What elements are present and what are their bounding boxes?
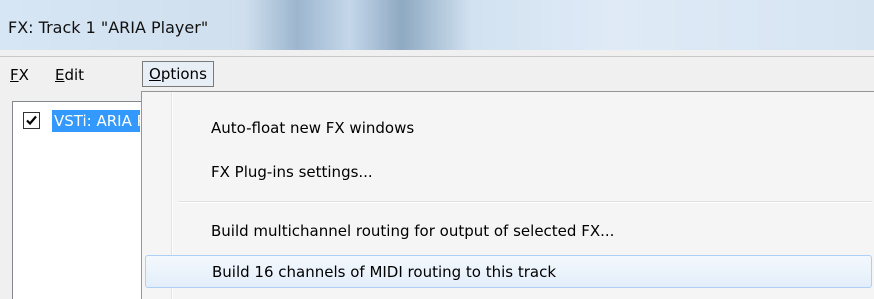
menu-item-label: FX Plug-ins settings... — [211, 163, 373, 181]
menu-item-build-multichannel-routing[interactable]: Build multichannel routing for output of… — [145, 215, 872, 248]
menu-fx[interactable]: FX — [10, 63, 29, 87]
menu-item-fx-plugins-settings[interactable]: FX Plug-ins settings... — [145, 156, 872, 189]
window-title: FX: Track 1 "ARIA Player" — [8, 18, 209, 37]
menu-options-accel: O — [149, 65, 161, 83]
fx-enabled-checkbox[interactable] — [23, 112, 40, 129]
menu-item-build-16-midi-channels[interactable]: Build 16 channels of MIDI routing to thi… — [145, 255, 872, 288]
fx-item-name: VSTi: ARIA Player — [52, 110, 140, 132]
window-titlebar[interactable]: FX: Track 1 "ARIA Player" — [0, 0, 874, 50]
menu-bar: FX Edit Options — [0, 56, 874, 93]
fx-chain-list[interactable]: VSTi: ARIA Player — [12, 101, 160, 299]
checkmark-icon — [26, 115, 37, 126]
menu-fx-label: X — [18, 66, 29, 84]
menu-options-label: ptions — [160, 65, 207, 83]
menu-item-auto-float[interactable]: Auto-float new FX windows — [145, 112, 872, 145]
menu-options[interactable]: Options — [142, 61, 214, 87]
menu-item-label: Auto-float new FX windows — [211, 119, 415, 137]
menu-fx-accel: F — [10, 66, 19, 84]
menu-separator — [178, 201, 872, 203]
menu-item-label: Build multichannel routing for output of… — [211, 222, 615, 240]
menu-item-label: Build 16 channels of MIDI routing to thi… — [212, 263, 557, 281]
menu-edit-label: dit — [64, 66, 85, 84]
menu-edit[interactable]: Edit — [55, 63, 84, 87]
options-dropdown-menu: Auto-float new FX windows FX Plug-ins se… — [141, 91, 874, 299]
